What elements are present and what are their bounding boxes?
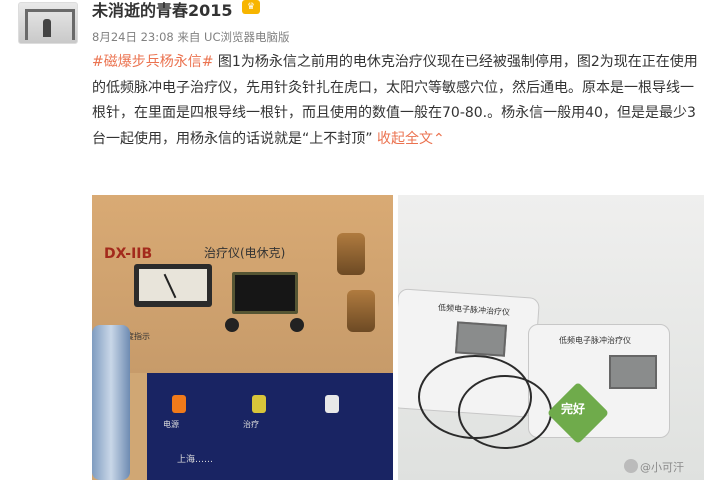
analog-meter	[134, 264, 212, 307]
foreground-tube	[92, 325, 130, 480]
post-image-2[interactable]: 低频电子脉冲治疗仪 低频电子脉冲治疗仪 完好	[398, 195, 704, 480]
sound-button-shape	[325, 395, 339, 413]
control-knob	[347, 290, 375, 332]
heart-tag-label: 完好	[561, 402, 586, 416]
post-meta: 8月24日 23:08 来自 UC浏览器电脑版	[92, 29, 290, 45]
username-link[interactable]: 未消逝的青春2015	[92, 0, 233, 21]
meter-face	[139, 269, 207, 301]
panel-dial	[225, 318, 239, 332]
post-text: #磁爆步兵杨永信# 图1为杨永信之前用的电休克治疗仪现在已经被强制停用，图2为现…	[92, 50, 704, 152]
treatment-label: 治疗	[243, 420, 259, 429]
device-title: 低频电子脉冲治疗仪	[559, 336, 631, 345]
device-model-label: DX-IIB	[104, 246, 153, 262]
device-title: 低频电子脉冲治疗仪	[437, 303, 511, 318]
digital-display	[232, 272, 298, 314]
manufacturer-text: 上海……	[177, 455, 214, 465]
chevron-up-icon[interactable]: ⌃	[433, 131, 445, 147]
control-knob	[337, 233, 365, 275]
power-label: 电源	[163, 420, 179, 429]
image-watermark: @小可汗	[640, 461, 684, 474]
weibo-logo-icon	[624, 459, 638, 473]
post-source: 来自 UC浏览器电脑版	[177, 30, 290, 44]
treatment-button-shape	[252, 395, 266, 413]
device-screen	[454, 321, 508, 357]
hashtag-link[interactable]: #磁爆步兵杨永信#	[92, 54, 213, 70]
vip-crown-icon[interactable]: ♛	[242, 0, 260, 14]
collapse-button[interactable]: 收起全文	[377, 131, 433, 147]
avatar-person-shape	[43, 19, 51, 37]
device-name-label: 治疗仪(电休克)	[204, 246, 286, 260]
avatar[interactable]	[18, 2, 78, 44]
post-timestamp[interactable]: 8月24日 23:08	[92, 30, 174, 44]
post-image-1[interactable]: DX-IIB 治疗仪(电休克) 强度指示 电源 治疗 上海……	[92, 195, 393, 480]
device-screen	[609, 355, 657, 389]
electrode-cable	[458, 375, 552, 449]
power-button-shape	[172, 395, 186, 413]
panel-dial	[290, 318, 304, 332]
